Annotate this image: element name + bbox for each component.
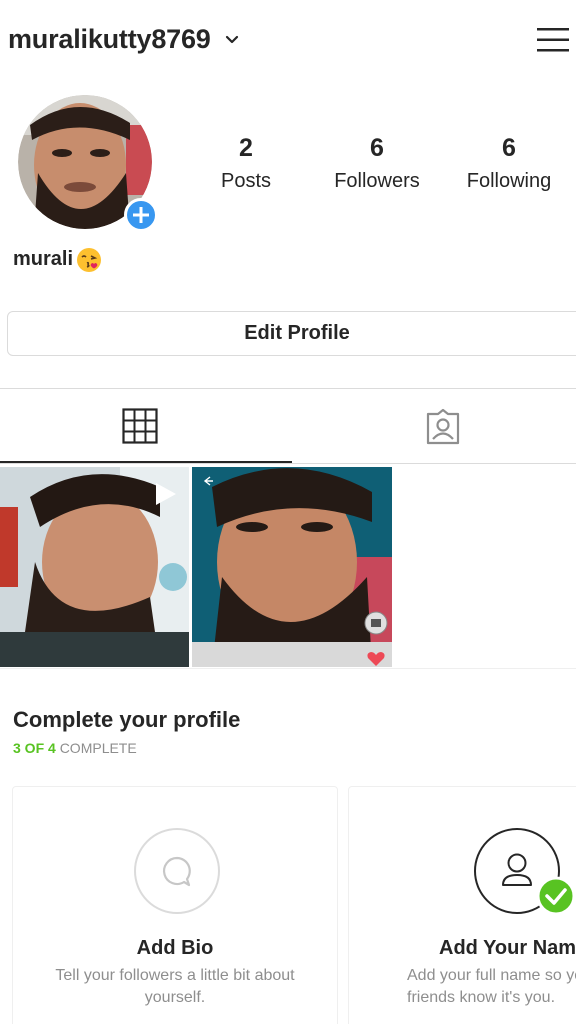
progress-rest: COMPLETE	[59, 740, 137, 756]
post-thumbnail[interactable]	[0, 467, 189, 667]
posts-label: Posts	[220, 170, 272, 192]
following-label: Following	[466, 170, 552, 192]
tab-tagged[interactable]	[292, 390, 576, 462]
add-name-card[interactable]: Add Your Name Add your full name so your…	[348, 786, 576, 1024]
chevron-down-icon[interactable]	[224, 32, 240, 48]
plus-icon	[133, 207, 149, 223]
section-divider	[0, 388, 576, 389]
card-description: Add your full name so your friends know …	[407, 967, 576, 1006]
following-count[interactable]: 6 Following	[458, 130, 560, 196]
add-bio-card[interactable]: Add Bio Tell your followers a little bit…	[12, 786, 338, 1024]
add-story-button[interactable]	[124, 198, 158, 232]
followers-label: Followers	[334, 170, 420, 192]
tagged-person-icon	[426, 408, 460, 445]
checkmark-icon	[536, 876, 576, 916]
card-title: Add Your Name	[439, 937, 576, 959]
grid-icon	[122, 408, 158, 444]
profile-avatar[interactable]	[18, 95, 158, 232]
complete-profile-progress: 3 OF 4 COMPLETE	[13, 740, 137, 756]
back-arrow-icon	[203, 476, 213, 486]
card-title: Add Bio	[136, 937, 214, 959]
grid-bottom-divider	[0, 668, 576, 669]
kiss-emoji-icon	[77, 248, 101, 272]
edit-profile-button[interactable]: Edit Profile	[7, 311, 576, 356]
display-name: murali	[13, 248, 74, 270]
post-thumbnail[interactable]	[192, 467, 392, 667]
followers-number: 6	[370, 134, 384, 162]
video-play-icon	[156, 483, 176, 505]
posts-number: 2	[239, 134, 253, 162]
music-disc-icon	[364, 611, 388, 635]
speech-bubble-icon	[134, 828, 220, 914]
tabs-divider	[0, 463, 576, 464]
profile-header: muralikutty8769	[0, 0, 576, 80]
followers-count[interactable]: 6 Followers	[322, 130, 432, 196]
following-number: 6	[502, 134, 516, 162]
post-photo	[192, 467, 392, 667]
account-username[interactable]: muralikutty8769	[8, 24, 211, 55]
card-description: Tell your followers a little bit about y…	[55, 967, 295, 1006]
complete-profile-title: Complete your profile	[13, 707, 241, 732]
posts-count[interactable]: 2 Posts	[196, 130, 296, 196]
progress-done: 3 OF 4	[13, 740, 56, 756]
tab-grid[interactable]	[0, 390, 292, 463]
hamburger-menu-icon[interactable]	[536, 26, 570, 54]
heart-icon	[367, 652, 385, 666]
